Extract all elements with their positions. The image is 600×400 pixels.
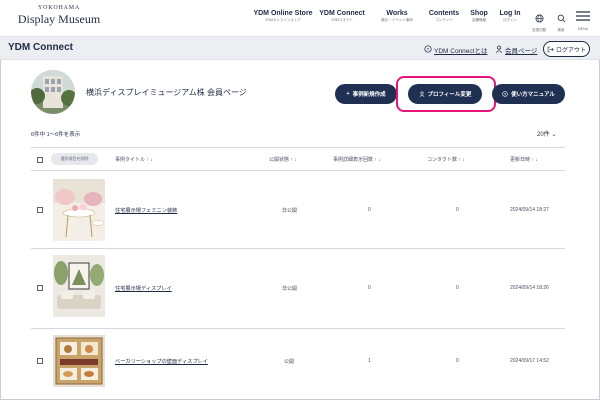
nav-label: YDM Online Store — [253, 10, 313, 17]
site-header: YOKOHAMA Display Museum YDM Online Store… — [0, 0, 600, 36]
column-label: コンタクト数 — [427, 157, 458, 163]
section-title: YDM Connect — [8, 42, 73, 53]
menu-button[interactable]: MENU — [574, 9, 592, 32]
views-cell: 0 — [368, 207, 371, 213]
column-status[interactable]: 公開状態 ↑ ↓ — [269, 156, 297, 163]
column-label: 公開状態 — [269, 157, 290, 163]
menu-icon — [576, 11, 590, 21]
updated-cell: 2024/09/17 14:52 — [510, 358, 549, 364]
globe-icon — [535, 14, 543, 23]
member-page-link[interactable]: 会員ページ — [505, 45, 537, 55]
new-case-button[interactable]: + 事例新規作成 — [335, 84, 397, 104]
logout-label: ログアウト — [555, 47, 586, 54]
logout-button[interactable]: ログアウト — [543, 41, 590, 57]
case-title-link[interactable]: ベーカリーショップの壁面ディスプレイ — [115, 358, 208, 365]
nav-ydm-connect[interactable]: YDM Connect YDMコネクト — [319, 9, 365, 23]
contacts-cell: 0 — [456, 358, 459, 364]
chevron-down-icon: ⌄ — [551, 132, 557, 138]
help-icon: ? — [424, 45, 432, 53]
nav-label: Shop — [470, 10, 488, 17]
nav-sublabel: 店舗情報 — [472, 18, 486, 22]
search-icon — [557, 14, 565, 23]
company-avatar — [31, 70, 75, 114]
result-count: 6件中 1～6件を表示 — [31, 132, 81, 138]
contacts-cell: 0 — [456, 285, 459, 291]
status-cell: 非公開 — [282, 208, 298, 214]
case-thumbnail[interactable] — [53, 335, 105, 387]
member-page-title: 横浜ディスプレイミュージアム株 会員ページ — [86, 88, 247, 97]
column-label: 事例詳細表示回数 — [333, 157, 374, 163]
row-checkbox[interactable] — [37, 285, 43, 291]
user-icon — [495, 45, 503, 53]
updated-cell: 2024/09/14 18:27 — [510, 207, 549, 213]
table-row: 住宅展示場ディスプレイ 非公開 0 0 2024/09/14 18:26 — [31, 249, 565, 329]
updated-cell: 2024/09/14 18:26 — [510, 285, 549, 291]
nav-sublabel: 展示・イベント事例 — [381, 18, 413, 22]
select-all-checkbox[interactable] — [37, 157, 43, 163]
thumbnail-image — [53, 255, 105, 317]
column-views[interactable]: 事例詳細表示回数 ↑ ↓ — [333, 156, 381, 163]
logo-main-text: Display Museum — [17, 12, 101, 26]
manual-label: 使い方マニュアル — [511, 92, 555, 98]
new-case-label: 事例新規作成 — [352, 92, 386, 98]
nav-sublabel: コンテンツ — [435, 18, 453, 22]
table-header: 選択項目を削除 事例タイトル ↑ ↓ 公開状態 ↑ ↓ 事例詳細表示回数 ↑ ↓… — [31, 147, 565, 171]
views-cell: 1 — [368, 358, 371, 364]
thumbnail-image — [53, 179, 105, 241]
connect-subbar: YDM Connect ? YDM Connectとは 会員ページ ログアウト — [0, 36, 600, 60]
icon-sublabel: 検索 — [557, 28, 565, 32]
bulk-delete-button[interactable]: 選択項目を削除 — [51, 153, 98, 165]
nav-sublabel: YDMコネクト — [331, 18, 353, 22]
contacts-cell: 0 — [456, 207, 459, 213]
nav-works[interactable]: Works 展示・イベント事例 — [374, 9, 420, 23]
case-title-link[interactable]: 住宅展示場ディスプレイ — [115, 285, 172, 292]
nav-sublabel: ログイン — [503, 18, 517, 22]
logo-small-text: YOKOHAMA — [37, 5, 81, 11]
icon-sublabel: MENU — [577, 27, 589, 31]
table-row: 住宅展示場フェミニン装飾 非公開 0 0 2024/09/14 18:27 — [31, 171, 565, 249]
per-page-select[interactable]: 20件 ⌄ — [537, 129, 556, 138]
help-icon: ? — [502, 91, 508, 97]
building-photo — [31, 70, 75, 114]
highlight-annotation — [396, 76, 496, 112]
thumbnail-image — [53, 335, 105, 387]
logout-icon — [547, 46, 554, 52]
nav-login[interactable]: Log In ログイン — [496, 9, 524, 23]
plus-icon: + — [346, 91, 350, 97]
search-button[interactable]: 検索 — [555, 10, 567, 33]
nav-label: Log In — [499, 10, 521, 17]
case-thumbnail[interactable] — [53, 255, 105, 317]
column-label: 事例タイトル — [115, 157, 146, 163]
views-cell: 0 — [368, 285, 371, 291]
nav-label: Contents — [428, 10, 460, 17]
svg-text:?: ? — [504, 92, 506, 96]
manual-button[interactable]: ? 使い方マニュアル — [492, 84, 565, 104]
case-thumbnail[interactable] — [53, 179, 105, 241]
nav-label: Works — [386, 10, 408, 17]
icon-sublabel: 言語切替 — [532, 28, 546, 32]
status-cell: 非公開 — [282, 286, 298, 292]
per-page-value: 20件 — [537, 132, 550, 138]
column-updated[interactable]: 更新日時 ↑ ↓ — [510, 156, 538, 163]
status-cell: 公開 — [284, 359, 295, 365]
site-logo[interactable]: YOKOHAMA Display Museum — [14, 5, 104, 26]
about-link[interactable]: YDM Connectとは — [434, 45, 487, 55]
language-button[interactable]: 言語切替 — [532, 10, 546, 33]
nav-sublabel: YDMオンラインストア — [265, 18, 301, 22]
nav-contents[interactable]: Contents コンテンツ — [426, 9, 462, 23]
nav-online-store[interactable]: YDM Online Store YDMオンラインストア — [253, 9, 313, 23]
row-checkbox[interactable] — [37, 207, 43, 213]
svg-text:?: ? — [427, 47, 430, 53]
nav-label: YDM Connect — [319, 10, 365, 17]
column-title[interactable]: 事例タイトル ↑ ↓ — [115, 156, 153, 163]
table-row: ベーカリーショップの壁面ディスプレイ 公開 1 0 2024/09/17 14:… — [31, 329, 565, 391]
nav-shop[interactable]: Shop 店舗情報 — [466, 9, 492, 23]
column-label: 更新日時 — [510, 157, 531, 163]
case-title-link[interactable]: 住宅展示場フェミニン装飾 — [115, 207, 177, 214]
bulk-delete-label: 選択項目を削除 — [60, 156, 89, 161]
column-contacts[interactable]: コンタクト数 ↑ ↓ — [427, 156, 465, 163]
row-checkbox[interactable] — [37, 358, 43, 364]
